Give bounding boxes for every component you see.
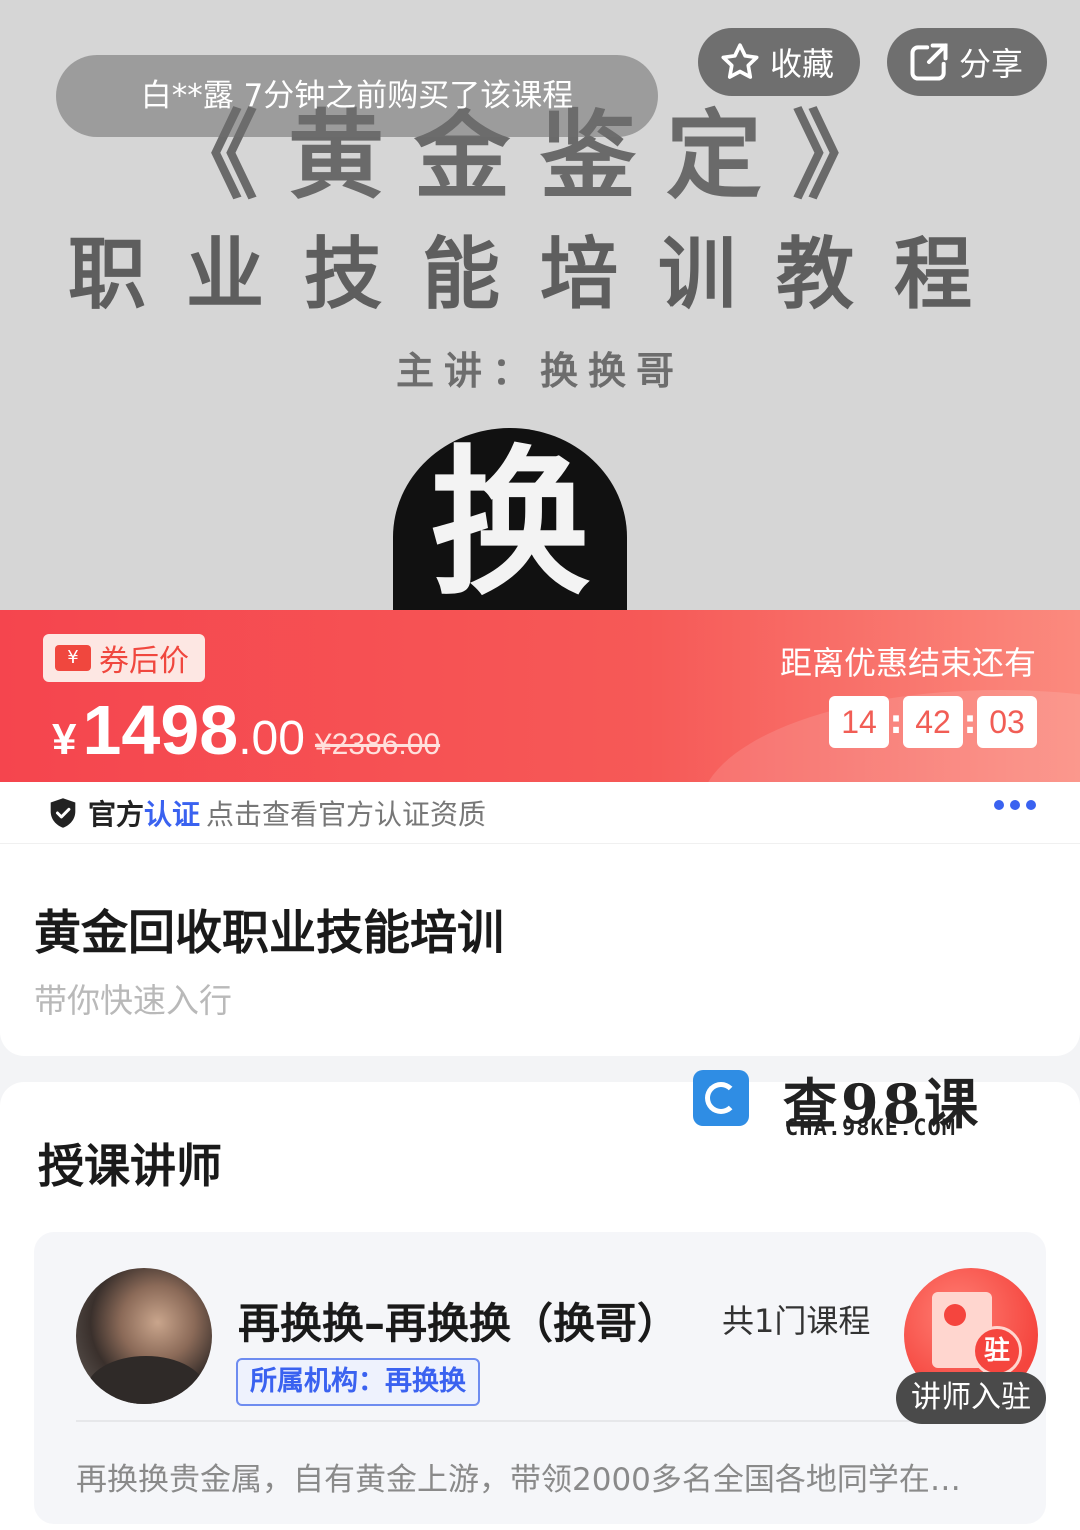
instructor-course-count: 共1门课程 bbox=[722, 1302, 871, 1340]
join-badge: 驻 bbox=[972, 1326, 1022, 1376]
course-cover-banner: 《黄金鉴定》 职业技能培训教程 主讲：换换哥 换 白**露 7分钟之前购买了该课… bbox=[0, 0, 1080, 610]
instructor-join-button[interactable]: 驻 讲师入驻 bbox=[896, 1268, 1046, 1424]
share-button[interactable]: 分享 bbox=[887, 28, 1047, 96]
currency-symbol: ¥ bbox=[52, 715, 77, 764]
cover-title-line2: 职业技能培训教程 bbox=[67, 229, 1012, 320]
countdown-timer: 14 : 42 : 03 bbox=[829, 696, 1037, 748]
section-title: 授课讲师 bbox=[38, 1139, 222, 1193]
instructor-section: 授课讲师 查98课 CHA.98KE.COM 再换换–再换换（换哥） 共1门课程… bbox=[0, 1070, 1080, 1530]
watermark-icon bbox=[693, 1070, 749, 1126]
cert-description: 点击查看官方认证资质 bbox=[206, 797, 487, 831]
divider bbox=[76, 1420, 1006, 1422]
coupon-label: 券后价 bbox=[99, 644, 189, 679]
instructor-card[interactable]: 再换换–再换换（换哥） 共1门课程 所属机构：再换换 再换换贵金属，自有黄金上游… bbox=[34, 1232, 1046, 1524]
countdown-separator: : bbox=[889, 703, 903, 741]
course-title: 黄金回收职业技能培训 bbox=[34, 906, 504, 961]
join-label: 讲师入驻 bbox=[896, 1372, 1046, 1424]
share-label: 分享 bbox=[959, 45, 1024, 83]
countdown-label: 距离优惠结束还有 bbox=[779, 644, 1036, 682]
official-certification-bar[interactable]: 官方 认证 点击查看官方认证资质 bbox=[0, 782, 1080, 844]
cert-label-certified: 认证 bbox=[144, 797, 201, 831]
course-detail-page: 《黄金鉴定》 职业技能培训教程 主讲：换换哥 换 白**露 7分钟之前购买了该课… bbox=[0, 0, 1080, 1530]
countdown-hours: 14 bbox=[829, 696, 889, 748]
star-icon bbox=[721, 43, 759, 79]
watermark-logo: 查98课 CHA.98KE.COM bbox=[693, 1070, 983, 1150]
coupon-price-tag: ¥ 券后价 bbox=[43, 634, 205, 682]
countdown-separator: : bbox=[963, 703, 977, 741]
favorite-label: 收藏 bbox=[770, 45, 835, 83]
course-subtitle: 带你快速入行 bbox=[34, 981, 232, 1020]
original-price: ¥2386.00 bbox=[314, 728, 441, 761]
cert-label-official: 官方 bbox=[88, 797, 145, 831]
countdown-minutes: 42 bbox=[903, 696, 963, 748]
share-icon bbox=[910, 43, 948, 81]
price-decimal: .00 bbox=[238, 712, 305, 765]
instructor-description: 再换换贵金属，自有黄金上游，带领2000多名全国各地同学在… bbox=[76, 1462, 961, 1498]
favorite-button[interactable]: 收藏 bbox=[698, 28, 860, 96]
instructor-avatar[interactable] bbox=[76, 1268, 212, 1404]
more-dots-icon[interactable] bbox=[994, 800, 1036, 810]
watermark-domain: CHA.98KE.COM bbox=[785, 1116, 956, 1141]
coupon-icon: ¥ bbox=[55, 645, 91, 671]
course-info-card: 黄金回收职业技能培训 带你快速入行 bbox=[0, 844, 1080, 1056]
shield-icon bbox=[50, 797, 76, 828]
instructor-org-tag[interactable]: 所属机构：再换换 bbox=[236, 1358, 480, 1406]
price-banner: ¥ 券后价 ¥1498.00 ¥2386.00 距离优惠结束还有 14 : 42 … bbox=[0, 610, 1080, 782]
price-integer: 1498 bbox=[82, 691, 239, 769]
cover-presenter: 主讲：换换哥 bbox=[395, 348, 684, 393]
current-price: ¥1498.00 ¥2386.00 bbox=[52, 690, 440, 770]
cover-seal-logo: 换 bbox=[393, 428, 627, 610]
countdown-seconds: 03 bbox=[977, 696, 1037, 748]
instructor-name: 再换换–再换换（换哥） bbox=[238, 1299, 680, 1348]
purchase-toast: 白**露 7分钟之前购买了该课程 bbox=[56, 55, 658, 137]
